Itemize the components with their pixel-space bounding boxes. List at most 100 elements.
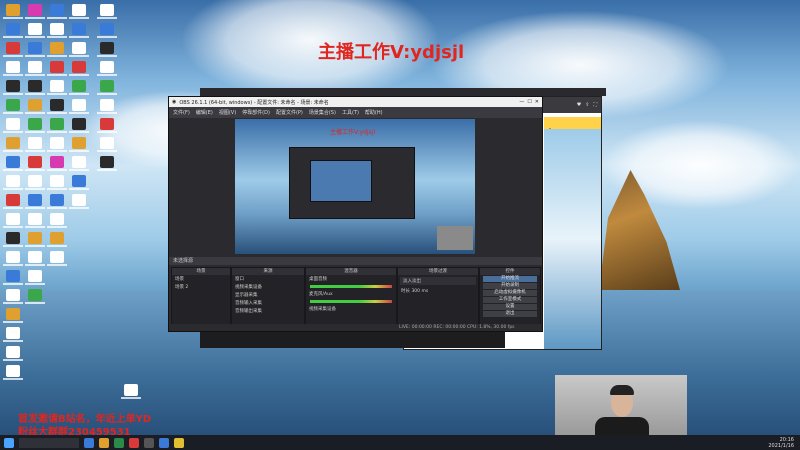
file-icon[interactable] xyxy=(28,213,42,225)
app-icon[interactable] xyxy=(72,80,86,92)
file-icon[interactable] xyxy=(6,289,20,301)
folder-icon[interactable] xyxy=(6,308,20,320)
folder-icon[interactable] xyxy=(6,4,20,16)
source-item[interactable]: 音频输入采集 xyxy=(232,299,304,307)
app-icon[interactable] xyxy=(6,80,20,92)
app-icon[interactable] xyxy=(6,270,20,282)
app-icon[interactable] xyxy=(72,23,86,35)
file-icon[interactable] xyxy=(50,23,64,35)
duration-input[interactable]: 300 ms xyxy=(411,289,428,294)
folder-icon[interactable] xyxy=(72,137,86,149)
taskbar-clock[interactable]: 20:16 2021/1/16 xyxy=(768,437,800,449)
folder-icon[interactable] xyxy=(50,232,64,244)
file-icon[interactable] xyxy=(72,156,86,168)
menu-tools[interactable]: 工具(T) xyxy=(342,109,359,116)
volume-meter[interactable] xyxy=(310,300,392,303)
app-icon[interactable] xyxy=(28,42,42,54)
app-icon[interactable] xyxy=(159,437,169,448)
file-icon[interactable] xyxy=(72,4,86,16)
start-icon[interactable] xyxy=(4,437,14,448)
app-icon[interactable] xyxy=(6,156,20,168)
start-recording-button[interactable]: 开始录制 xyxy=(483,283,537,289)
studio-mode-button[interactable]: 工作室模式 xyxy=(483,297,537,303)
file-icon[interactable] xyxy=(28,175,42,187)
volume-meter[interactable] xyxy=(310,285,392,288)
start-streaming-button[interactable]: 开始推流 xyxy=(483,276,537,282)
app-icon[interactable] xyxy=(72,118,86,130)
source-item[interactable]: 显示器采集 xyxy=(232,291,304,299)
app-icon[interactable] xyxy=(6,42,20,54)
file-icon[interactable] xyxy=(50,80,64,92)
app-icon[interactable] xyxy=(28,156,42,168)
app-icon[interactable] xyxy=(100,23,114,35)
app-icon[interactable] xyxy=(50,118,64,130)
app-icon[interactable] xyxy=(100,42,114,54)
obs-taskbar-icon[interactable] xyxy=(144,437,154,448)
menu-view[interactable]: 视图(V) xyxy=(219,109,236,116)
file-icon[interactable] xyxy=(6,118,20,130)
file-icon[interactable] xyxy=(100,4,114,16)
file-icon[interactable] xyxy=(124,384,138,396)
source-item[interactable]: 视频采集设备 xyxy=(232,283,304,291)
menu-help[interactable]: 帮助(H) xyxy=(365,109,383,116)
app-icon[interactable] xyxy=(6,23,20,35)
settings-button[interactable]: 设置 xyxy=(483,304,537,310)
file-icon[interactable] xyxy=(72,99,86,111)
app-icon[interactable] xyxy=(72,61,86,73)
app-icon[interactable] xyxy=(100,156,114,168)
file-icon[interactable] xyxy=(6,61,20,73)
search-button[interactable]: ⌕ xyxy=(544,117,601,134)
app-icon[interactable] xyxy=(100,118,114,130)
file-icon[interactable] xyxy=(100,99,114,111)
file-icon[interactable] xyxy=(6,213,20,225)
app-icon[interactable] xyxy=(50,99,64,111)
transition-select[interactable]: 淡入淡出 xyxy=(400,277,476,285)
app-icon[interactable] xyxy=(28,80,42,92)
file-icon[interactable] xyxy=(28,270,42,282)
explorer-icon[interactable] xyxy=(99,437,109,448)
file-icon[interactable] xyxy=(28,137,42,149)
file-icon[interactable] xyxy=(100,137,114,149)
scene-item[interactable]: 场景 xyxy=(172,275,230,283)
minimize-icon[interactable]: — xyxy=(519,99,524,105)
folder-icon[interactable] xyxy=(28,232,42,244)
app-icon[interactable] xyxy=(100,80,114,92)
menu-edit[interactable]: 编辑(E) xyxy=(196,109,213,116)
folder-icon[interactable] xyxy=(6,137,20,149)
menu-profile[interactable]: 配置文件(P) xyxy=(276,109,303,116)
app-icon[interactable] xyxy=(28,289,42,301)
virtual-camera-button[interactable]: 启动虚拟摄像机 xyxy=(483,290,537,296)
app-icon[interactable] xyxy=(28,4,42,16)
menu-docks[interactable]: 停靠部件(D) xyxy=(242,109,270,116)
file-icon[interactable] xyxy=(6,175,20,187)
file-icon[interactable] xyxy=(28,23,42,35)
app-icon[interactable] xyxy=(6,99,20,111)
app-icon[interactable] xyxy=(174,437,184,448)
file-icon[interactable] xyxy=(6,365,20,377)
file-icon[interactable] xyxy=(50,251,64,263)
app-icon[interactable] xyxy=(50,156,64,168)
source-item[interactable]: 窗口 xyxy=(232,275,304,283)
browser-icon[interactable] xyxy=(114,437,124,448)
folder-icon[interactable] xyxy=(28,99,42,111)
file-icon[interactable] xyxy=(72,194,86,206)
obs-preview[interactable]: 主播工作V:ydjsjl xyxy=(235,119,475,254)
file-icon[interactable] xyxy=(50,175,64,187)
app-icon[interactable] xyxy=(50,194,64,206)
file-icon[interactable] xyxy=(50,137,64,149)
heart-icon[interactable]: ♥ xyxy=(577,102,581,108)
app-icon[interactable] xyxy=(6,194,20,206)
maximize-icon[interactable]: ☐ xyxy=(527,99,531,105)
app-icon[interactable] xyxy=(72,175,86,187)
app-icon[interactable] xyxy=(28,194,42,206)
app-icon[interactable] xyxy=(6,232,20,244)
file-icon[interactable] xyxy=(6,346,20,358)
taskview-icon[interactable] xyxy=(84,437,94,448)
exit-button[interactable]: 退出 xyxy=(483,311,537,317)
app-icon[interactable] xyxy=(50,4,64,16)
menu-file[interactable]: 文件(F) xyxy=(173,109,190,116)
obs-window[interactable]: ◉ OBS 26.1.1 (64-bit, windows) - 配置文件: 未… xyxy=(168,96,543,332)
folder-icon[interactable] xyxy=(50,42,64,54)
file-icon[interactable] xyxy=(28,251,42,263)
file-icon[interactable] xyxy=(50,213,64,225)
